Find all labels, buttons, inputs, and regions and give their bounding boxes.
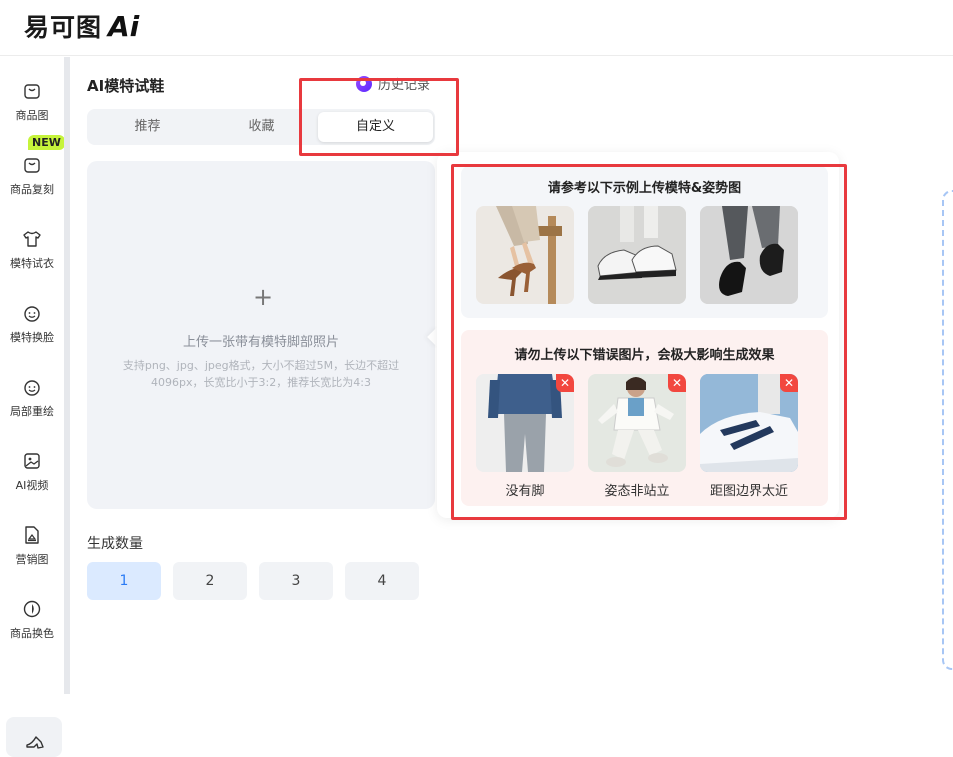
tab-recommended[interactable]: 推荐	[90, 112, 205, 142]
tab-bar: 推荐 收藏 自定义	[87, 109, 435, 145]
upload-instruction: 上传一张带有模特脚部照片	[182, 335, 339, 350]
quantity-option-4[interactable]: 4	[345, 562, 419, 600]
tshirt-icon	[23, 231, 41, 247]
top-header: 易可图 Ai	[0, 0, 953, 56]
history-label: 历史记录	[378, 78, 431, 93]
color-drop-icon	[23, 600, 41, 618]
close-icon: ✕	[780, 374, 798, 392]
video-icon	[24, 453, 40, 469]
bad-examples-section: 请勿上传以下错误图片，会极大影响生成效果 ✕ 没有脚 ✕ 姿态非站立 ✕ 距图边…	[461, 330, 828, 506]
sidebar-item-label: 商品复刻	[10, 183, 54, 196]
plus-icon: +	[253, 283, 274, 311]
new-badge: NEW	[28, 135, 65, 150]
example-image-heels	[476, 206, 574, 304]
bad-examples-title: 请勿上传以下错误图片，会极大影响生成效果	[514, 348, 775, 363]
good-examples-title: 请参考以下示例上传模特&姿势图	[547, 181, 742, 196]
upload-requirements: 支持png、jpg、jpeg格式，大小不超过5M，长边不超过4096px，长宽比…	[122, 359, 400, 389]
quantity-option-2[interactable]: 2	[173, 562, 247, 600]
sidebar-item-model-tryon[interactable]: 模特试衣	[0, 229, 64, 289]
history-icon	[356, 75, 372, 92]
high-heel-icon	[26, 736, 44, 749]
sidebar-item-partial-redraw[interactable]: 局部重绘	[0, 377, 64, 437]
canvas-dropzone[interactable]	[942, 190, 953, 670]
example-image-sneakers	[588, 206, 686, 304]
sidebar-item-label: AI视频	[15, 479, 49, 492]
bad-image-not-standing: ✕	[588, 374, 686, 472]
bad-label-too-close: 距图边界太近	[709, 484, 788, 499]
sidebar-item-product-image[interactable]: 商品图	[0, 81, 64, 141]
quantity-option-1[interactable]: 1	[87, 562, 161, 600]
bad-image-too-close: ✕	[700, 374, 798, 472]
upload-dropzone[interactable]: + 上传一张带有模特脚部照片 支持png、jpg、jpeg格式，大小不超过5M，…	[87, 161, 435, 509]
tab-favorites[interactable]: 收藏	[204, 112, 319, 142]
sidebar-item-label: 局部重绘	[10, 405, 54, 418]
face-redraw-icon	[24, 380, 40, 396]
sidebar-item-recolor[interactable]: 商品换色	[0, 599, 64, 659]
bag-copy-icon	[24, 158, 40, 173]
bad-image-no-feet: ✕	[476, 374, 574, 472]
sidebar-item-label: 商品换色	[10, 627, 54, 640]
logo-ai-mark: Ai	[108, 9, 140, 43]
sidebar-item-label: 模特试衣	[10, 257, 54, 270]
quantity-option-3[interactable]: 3	[259, 562, 333, 600]
sidebar-item-ai-video[interactable]: AI视频	[0, 451, 64, 511]
good-examples-section: 请参考以下示例上传模特&姿势图	[461, 166, 828, 318]
bag-icon	[24, 84, 40, 99]
sidebar-item-label: 营销图	[15, 553, 49, 566]
sidebar-item-face-swap[interactable]: 模特换脸	[0, 303, 64, 363]
history-button[interactable]: 历史记录	[356, 74, 430, 93]
sidebar-item-marketing[interactable]: 营销图	[0, 525, 64, 585]
settings-panel: AI模特试鞋 历史记录 推荐 收藏 自定义 + 上传一张带有模特脚部照片 支持p…	[70, 57, 452, 694]
bad-label-not-standing: 姿态非站立	[604, 484, 670, 499]
close-icon: ✕	[556, 374, 574, 392]
bad-label-no-feet: 没有脚	[505, 484, 545, 499]
close-icon: ✕	[668, 374, 686, 392]
sidebar-item-product-copy[interactable]: 商品复刻	[0, 155, 64, 215]
generate-count-label: 生成数量	[87, 536, 143, 552]
sidebar-nav: 商品图 商品复刻 模特试衣 模特换脸 局部重绘 AI视频 营销图 商品换色	[0, 57, 64, 757]
sidebar-item-shoe-tryon[interactable]	[6, 717, 62, 757]
sidebar-item-label: 商品图	[15, 109, 49, 122]
logo[interactable]: 易可图 Ai	[24, 9, 140, 43]
example-image-loafers	[700, 206, 798, 304]
logo-text: 易可图	[24, 13, 103, 42]
sidebar-item-label: 模特换脸	[10, 331, 54, 344]
face-swap-icon	[24, 306, 40, 322]
page-title: AI模特试鞋	[87, 77, 165, 95]
marketing-icon	[25, 526, 39, 544]
tab-custom[interactable]: 自定义	[318, 112, 433, 142]
